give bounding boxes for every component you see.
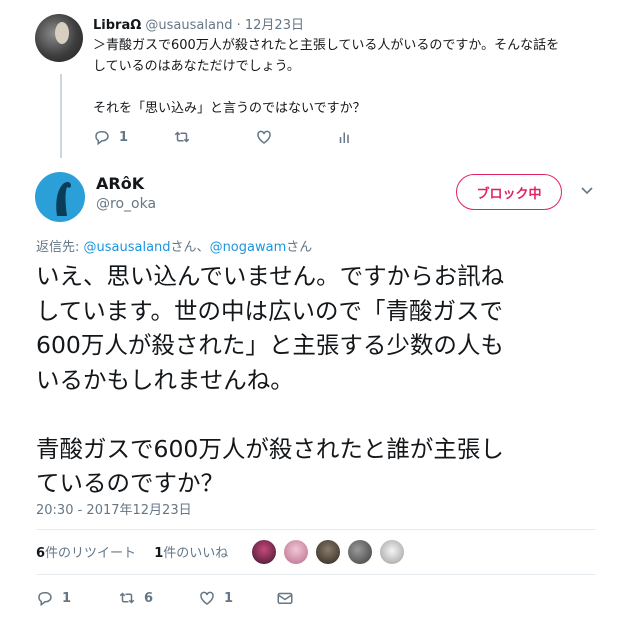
replying-separator: さん、 (170, 240, 210, 255)
reply-icon (95, 131, 109, 146)
tweet-timestamp[interactable]: 20:30 - 2017年12月23日 (36, 499, 192, 518)
mention-link[interactable]: @usausaland (84, 240, 171, 255)
tweet-stats: 6件のリツイート 1件のいいね (36, 542, 228, 561)
likes-stat[interactable]: 1件のいいね (154, 546, 228, 561)
tweet-text: いえ、思い込んでいません。ですからお訊ね しています。世の中は広いので「青酸ガス… (36, 259, 596, 501)
tweet-text: ＞青酸ガスで600万人が殺されたと主張している人がいるのですか。そんな話を して… (93, 35, 593, 119)
blocked-button[interactable]: ブロック中 (456, 174, 562, 210)
reply-icon (38, 592, 52, 607)
dm-icon (277, 592, 293, 604)
retweet-icon (174, 131, 190, 143)
replying-suffix: さん (286, 240, 313, 255)
main-tweet[interactable]: ARôK @ro_oka ブロック中 返信先: @usausalandさん、@n… (0, 166, 622, 629)
divider (36, 574, 596, 575)
tweet-text-line: しています。世の中は広いので「青酸ガスで (36, 296, 503, 325)
analytics-button[interactable] (336, 128, 354, 146)
chevron-down-icon[interactable] (580, 184, 594, 198)
tweet-date[interactable]: 12月23日 (245, 18, 304, 33)
replying-to: 返信先: @usausalandさん、@nogawamさん (36, 236, 312, 255)
replying-prefix: 返信先: (36, 240, 84, 255)
retweets-stat[interactable]: 6件のリツイート (36, 546, 136, 561)
like-count: 1 (224, 590, 234, 606)
liker-avatars (252, 540, 412, 564)
reply-button[interactable]: 1 (36, 589, 71, 607)
retweet-button[interactable] (173, 128, 191, 146)
retweet-icon (119, 592, 135, 604)
tweet-text-line: ＞青酸ガスで600万人が殺されたと主張している人がいるのですか。そんな話を (93, 38, 560, 53)
avatar[interactable] (35, 14, 83, 62)
analytics-icon (339, 132, 349, 143)
separator-dot: · (236, 18, 241, 33)
tweet-text-line: いえ、思い込んでいません。ですからお訊ね (36, 262, 505, 290)
reply-count: 1 (62, 590, 72, 606)
divider (36, 529, 596, 530)
reply-tweet[interactable]: LibraΩ @usausaland · 12月23日 ＞青酸ガスで600万人が… (0, 0, 622, 166)
like-button[interactable] (255, 128, 273, 146)
user-handle[interactable]: @ro_oka (96, 196, 156, 212)
retweet-button[interactable]: 6 (118, 589, 153, 607)
tweet-header: LibraΩ @usausaland · 12月23日 (93, 14, 304, 33)
avatar[interactable] (284, 540, 308, 564)
reply-count: 1 (119, 129, 129, 145)
tweet-text-line: 600万人が殺された」と主張する少数の人も (36, 331, 504, 359)
user-name[interactable]: ARôK (96, 174, 144, 193)
avatar[interactable] (252, 540, 276, 564)
avatar[interactable] (35, 172, 85, 222)
like-icon (200, 591, 214, 605)
reply-button[interactable]: 1 (93, 128, 128, 146)
avatar[interactable] (316, 540, 340, 564)
tweet-text-line: しているのはあなただけでしょう。 (93, 59, 300, 74)
tweet-text-line: 青酸ガスで600万人が殺されたと誰が主張し (36, 434, 504, 463)
tweet-text-line: いるかもしれませんね。 (36, 365, 294, 394)
mention-link[interactable]: @nogawam (210, 240, 287, 255)
user-name[interactable]: LibraΩ (93, 18, 141, 33)
avatar[interactable] (348, 540, 372, 564)
avatar[interactable] (380, 540, 404, 564)
tweet-text-line: ているのですか？ (36, 469, 224, 497)
tweet-text-line: それを「思い込み」と言うのではないですか？ (93, 101, 366, 116)
dm-button[interactable] (276, 589, 294, 607)
user-handle[interactable]: @usausaland (145, 18, 232, 33)
retweet-count: 6 (144, 590, 154, 606)
like-icon (257, 130, 271, 144)
like-button[interactable]: 1 (198, 589, 233, 607)
